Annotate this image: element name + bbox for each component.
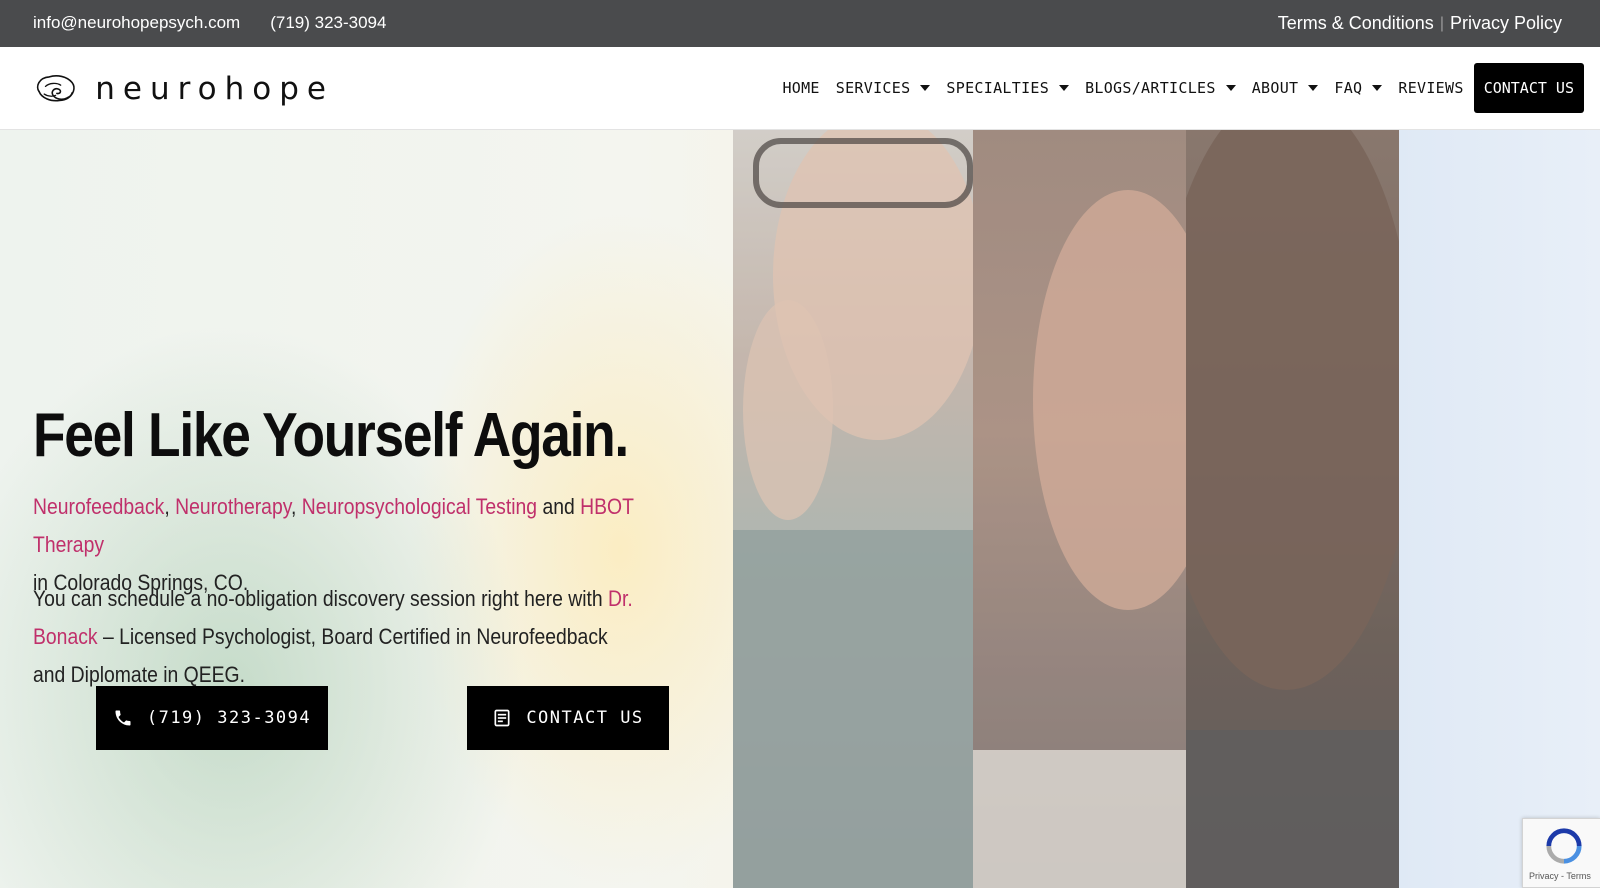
link-neurotherapy[interactable]: Neurotherapy [175, 494, 291, 519]
schedule-prefix: You can schedule a no-obligation discove… [33, 586, 609, 611]
recaptcha-icon [1546, 828, 1582, 864]
main-nav: HOME SERVICES SPECIALTIES BLOGS/ARTICLES… [766, 63, 1584, 113]
hero-photo-overlay [733, 130, 1399, 888]
caret-down-icon [1225, 85, 1236, 91]
nav-services-label: SERVICES [835, 79, 911, 97]
legal-separator: | [1439, 14, 1444, 32]
top-bar-legal: Terms & Conditions | Privacy Policy [1278, 13, 1562, 34]
schedule-suffix: – Licensed Psychologist, Board Certified… [33, 624, 608, 687]
hero-headline: Feel Like Yourself Again. [33, 401, 629, 470]
hero-edge-fade [1398, 130, 1600, 888]
and-text: and [537, 494, 581, 519]
hero-contact-label: CONTACT US [526, 708, 644, 728]
top-phone-link[interactable]: (719) 323-3094 [270, 13, 386, 33]
link-neuropsych-testing[interactable]: Neuropsychological Testing [302, 494, 537, 519]
nav-about[interactable]: ABOUT [1252, 79, 1319, 97]
nav-home-label: HOME [782, 79, 820, 97]
nav-faq[interactable]: FAQ [1334, 79, 1383, 97]
nav-services[interactable]: SERVICES [836, 79, 931, 97]
nav-reviews-label: REVIEWS [1398, 79, 1464, 97]
link-neurofeedback[interactable]: Neurofeedback [33, 494, 164, 519]
nav-contact-button[interactable]: CONTACT US [1473, 63, 1584, 113]
nav-faq-label: FAQ [1334, 79, 1363, 97]
privacy-link[interactable]: Privacy Policy [1450, 13, 1562, 34]
nav-blogs[interactable]: BLOGS/ARTICLES [1085, 79, 1236, 97]
caret-down-icon [1059, 85, 1070, 91]
nav-specialties[interactable]: SPECIALTIES [946, 79, 1070, 97]
call-button[interactable]: (719) 323-3094 [96, 686, 328, 750]
nav-specialties-label: SPECIALTIES [946, 79, 1050, 97]
logo-wordmark: neurohope [95, 71, 334, 107]
terms-link[interactable]: Terms & Conditions [1278, 13, 1434, 34]
nav-blogs-label: BLOGS/ARTICLES [1085, 79, 1216, 97]
site-logo[interactable]: neurohope [34, 61, 334, 117]
nav-home[interactable]: HOME [782, 79, 819, 97]
hero-schedule-line: You can schedule a no-obligation discove… [33, 580, 640, 694]
brain-logo-icon [36, 75, 75, 102]
caret-down-icon [1372, 85, 1383, 91]
comma: , [290, 494, 297, 519]
caret-down-icon [920, 85, 931, 91]
caret-down-icon [1308, 85, 1319, 91]
hero-section: Feel Like Yourself Again. Neurofeedback,… [0, 130, 1600, 888]
nav-about-label: ABOUT [1251, 79, 1299, 97]
top-bar: info@neurohopepsych.com (719) 323-3094 T… [0, 0, 1600, 47]
form-icon [494, 709, 510, 727]
site-header: neurohope HOME SERVICES SPECIALTIES BLOG… [0, 47, 1600, 130]
nav-reviews[interactable]: REVIEWS [1398, 79, 1463, 97]
recaptcha-footer: Privacy - Terms [1529, 871, 1591, 881]
phone-icon [115, 710, 131, 726]
comma: , [164, 494, 170, 519]
call-button-label: (719) 323-3094 [146, 708, 312, 728]
top-bar-contacts: info@neurohopepsych.com (719) 323-3094 [33, 13, 386, 33]
recaptcha-badge[interactable]: Privacy - Terms [1522, 818, 1600, 888]
top-email-link[interactable]: info@neurohopepsych.com [33, 13, 240, 33]
hero-contact-button[interactable]: CONTACT US [467, 686, 669, 750]
